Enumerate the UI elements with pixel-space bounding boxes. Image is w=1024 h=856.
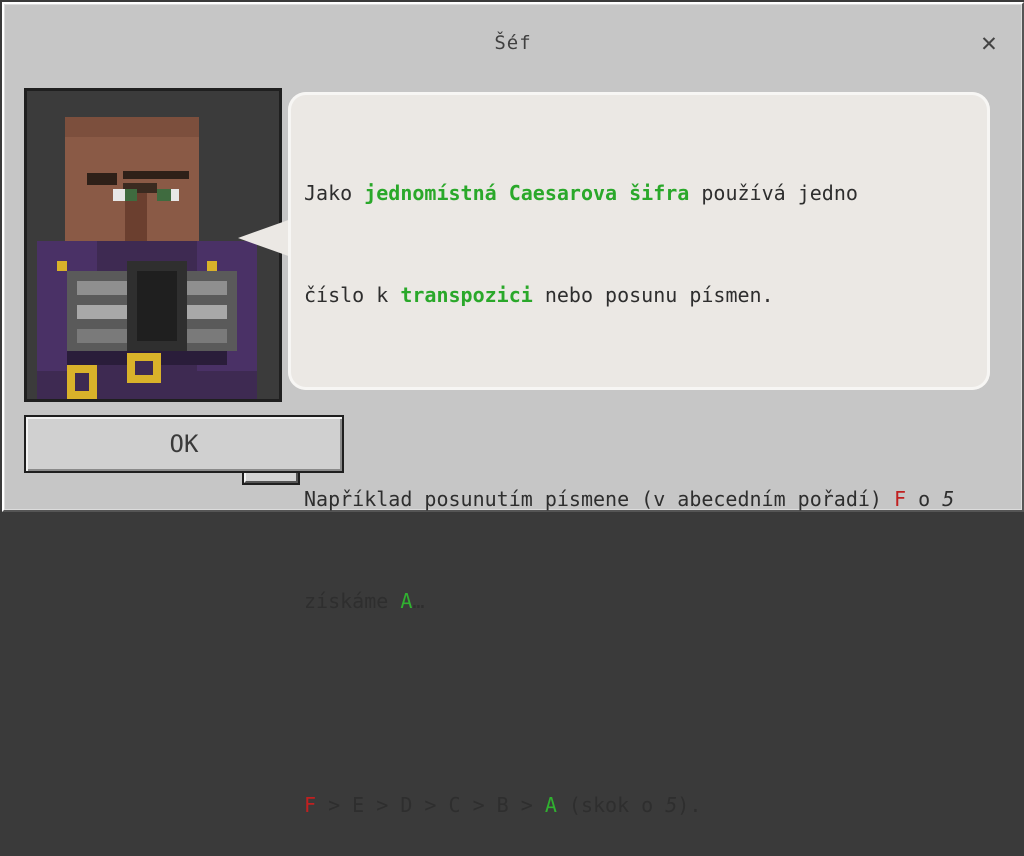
- text: ).: [677, 793, 702, 817]
- letter-f: F: [304, 793, 317, 817]
- message-line: F > E > D > C > B > A (skok o 5).: [304, 788, 984, 822]
- text: …: [412, 589, 425, 613]
- highlight-term: jednomístná Caesarova šifra: [364, 181, 690, 205]
- text: nebo posunu písmen.: [532, 283, 774, 307]
- text: (skok o: [556, 793, 666, 817]
- sequence: > E > D > C > B >: [316, 793, 545, 817]
- message-line: číslo k transpozici nebo posunu písmen.: [304, 278, 984, 312]
- message-text: Jako jednomístná Caesarova šifra používá…: [304, 108, 984, 856]
- text: Například posunutím písmene (v abecedním…: [304, 487, 895, 511]
- shift-number: 5: [665, 793, 678, 817]
- message-line: získáme A…: [304, 584, 984, 618]
- text: používá jedno: [689, 181, 858, 205]
- letter-f: F: [894, 487, 907, 511]
- text: Jako: [304, 181, 365, 205]
- ok-button[interactable]: OK: [24, 415, 344, 473]
- letter-a: A: [400, 589, 413, 613]
- text: číslo k: [304, 283, 401, 307]
- text: o: [906, 487, 943, 511]
- highlight-term: transpozici: [400, 283, 533, 307]
- letter-a: A: [544, 793, 557, 817]
- text: získáme: [304, 589, 401, 613]
- shift-number: 5: [942, 487, 955, 511]
- dialog-title: Šéf: [494, 32, 532, 54]
- message-line: Například posunutím písmene (v abecedním…: [304, 482, 984, 516]
- close-icon[interactable]: ✕: [976, 30, 1002, 56]
- message-line: Jako jednomístná Caesarova šifra používá…: [304, 176, 984, 210]
